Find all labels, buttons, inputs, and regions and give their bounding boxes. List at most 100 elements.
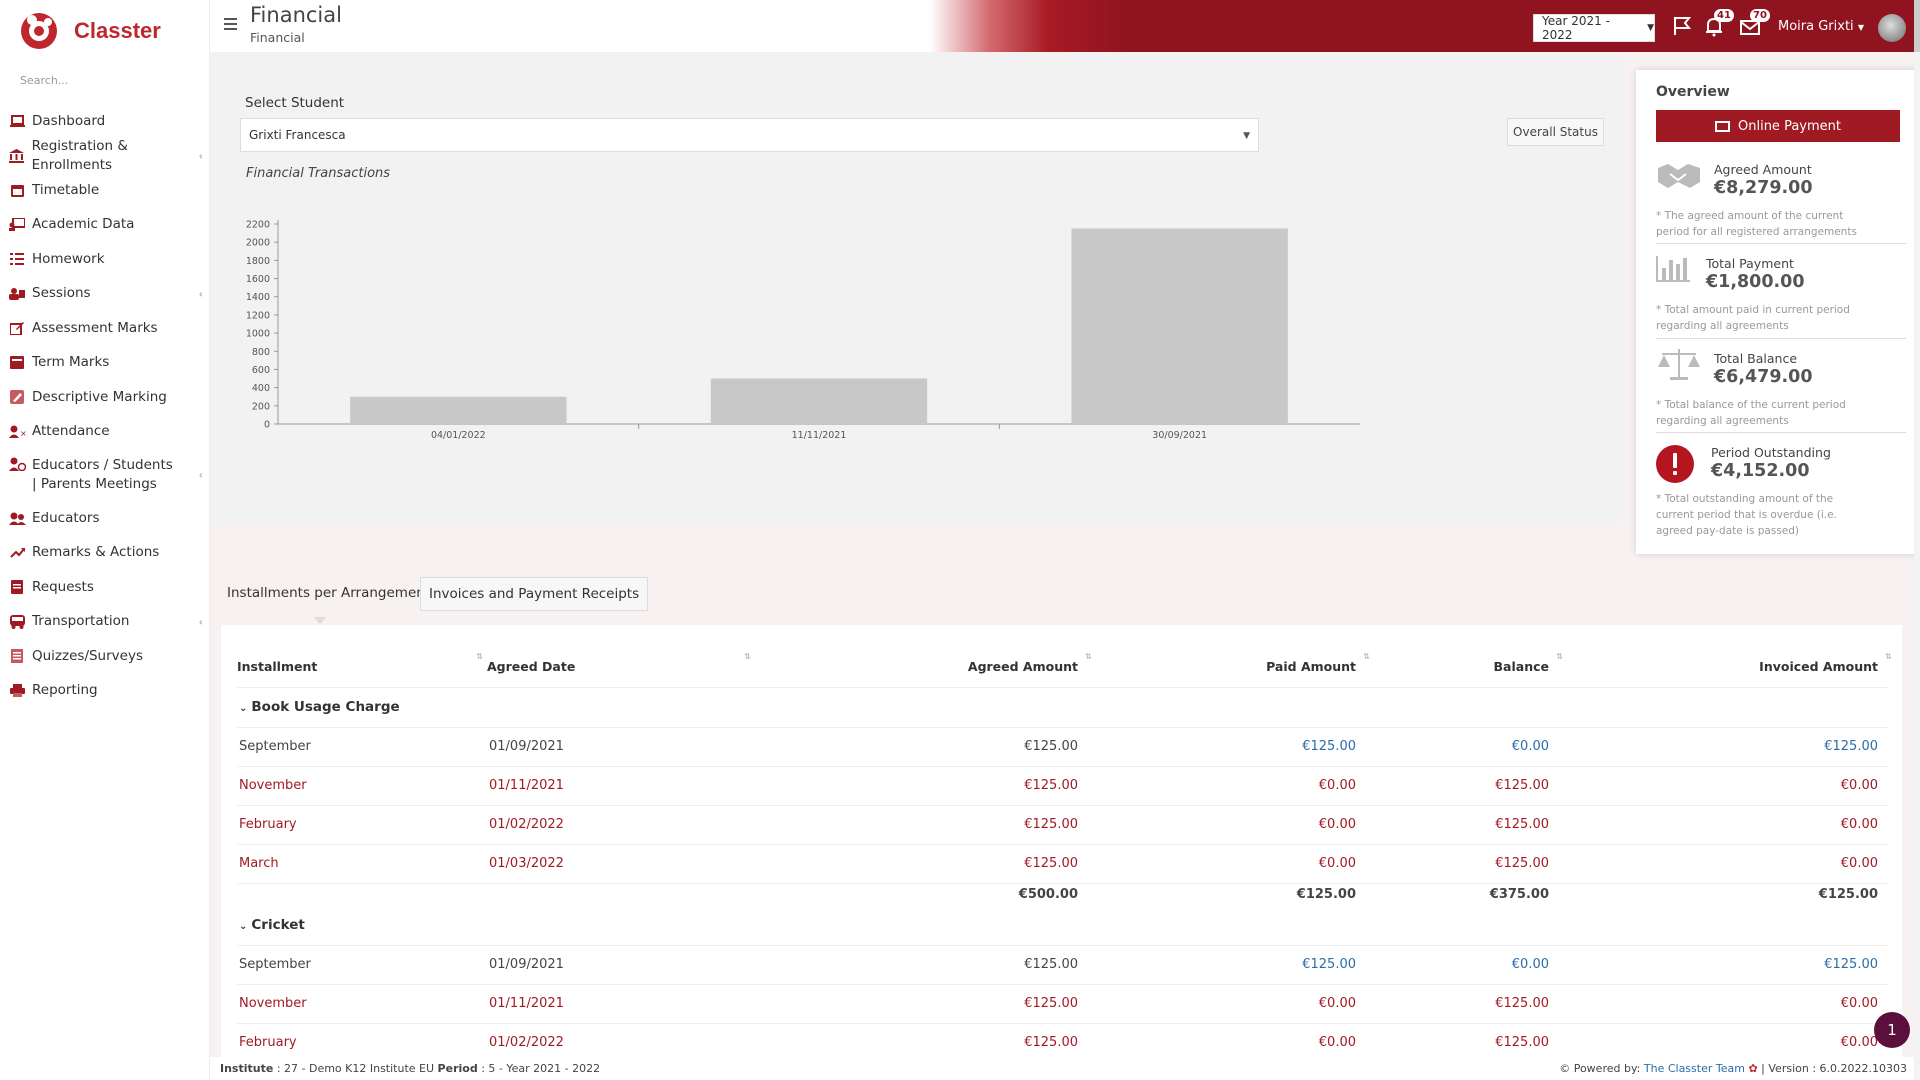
sidebar-item-term-marks[interactable]: Term Marks <box>0 346 209 381</box>
agreed-amount-cell: €125.00 <box>755 727 1088 767</box>
column-header-installment[interactable]: Installment ⇅ <box>237 625 487 688</box>
hamburger-menu-icon[interactable] <box>224 18 237 30</box>
sidebar-item-requests[interactable]: Requests <box>0 570 209 605</box>
sidebar-item-academic-data[interactable]: Academic Data <box>0 208 209 243</box>
chevron-left-icon: ‹ <box>198 287 203 301</box>
total-paid-cell: €125.00 <box>1296 886 1356 902</box>
sidebar-item-reporting[interactable]: Reporting <box>0 674 209 709</box>
installment-cell: November <box>237 766 487 806</box>
total-balance-note: * Total balance of the current period re… <box>1656 399 1846 427</box>
bell-icon[interactable]: 41 <box>1702 9 1734 38</box>
sidebar-item-homework[interactable]: Homework <box>0 242 209 277</box>
app-name: Classter <box>74 18 161 43</box>
tab-installments[interactable]: Installments per Arrangement <box>227 585 430 601</box>
sidebar-item-descriptive-marking[interactable]: Descriptive Marking <box>0 380 209 415</box>
avatar[interactable] <box>1878 14 1906 42</box>
sidebar-item-educators[interactable]: Educators <box>0 501 209 536</box>
invoiced-amount-cell: €0.00 <box>1559 766 1888 806</box>
column-header-invoiced-amount[interactable]: Invoiced Amount ⇅ <box>1559 625 1892 688</box>
x-tick-label: 11/11/2021 <box>792 430 847 441</box>
logo[interactable]: Classter <box>0 0 209 62</box>
sidebar-item-timetable[interactable]: Timetable <box>0 173 209 208</box>
table-row: November 01/11/2021 €125.00 €0.00 €125.00 €0.… <box>237 984 1888 1024</box>
online-payment-button[interactable]: Online Payment <box>1656 110 1900 142</box>
sidebar-item-label: Sessions <box>32 285 91 302</box>
year-select-value: Year 2021 - 2022 <box>1542 14 1610 42</box>
column-header-agreed-date[interactable]: Agreed Date ⇅ <box>487 625 755 688</box>
classter-team-link[interactable]: The Classter Team <box>1644 1062 1745 1075</box>
column-header-agreed-amount[interactable]: Agreed Amount ⇅ <box>755 625 1092 688</box>
column-header-paid-amount[interactable]: Paid Amount ⇅ <box>1088 625 1370 688</box>
overall-status-button[interactable]: Overall Status <box>1507 118 1604 146</box>
shuffle-icon <box>8 545 26 561</box>
sidebar-item-dashboard[interactable]: Dashboard <box>0 104 209 139</box>
sidebar-item-registration[interactable]: Registration & Enrollments ‹ <box>0 137 209 174</box>
student-select[interactable]: Grixti Francesca ▼ <box>240 118 1259 152</box>
sidebar-item-quizzes[interactable]: Quizzes/Surveys <box>0 639 209 674</box>
installment-cell: September <box>237 945 487 985</box>
total-payment-card: Total Payment €1,800.00 * Total amount p… <box>1656 244 1906 339</box>
list-icon <box>8 251 26 267</box>
sidebar-item-label: Timetable <box>32 181 100 198</box>
tab-invoices[interactable]: Invoices and Payment Receipts <box>420 577 649 611</box>
bar-chart-icon <box>1656 254 1690 288</box>
user-menu[interactable]: Moira Grixti ▼ <box>1778 19 1864 34</box>
y-tick-label: 800 <box>252 347 270 358</box>
paid-amount-cell: €125.00 <box>1088 727 1366 767</box>
sidebar-item-label: Homework <box>32 250 105 267</box>
book-icon <box>8 355 26 371</box>
total-balance-cell: €375.00 <box>1489 886 1549 902</box>
table-group-row[interactable]: ⌄ Cricket <box>237 905 1888 946</box>
sidebar-item-label: Registration & Enrollments <box>31 137 128 173</box>
footer-institute-info: Institute : 27 - Demo K12 Institute EU P… <box>220 1062 601 1075</box>
sidebar-item-remarks[interactable]: Remarks & Actions <box>0 536 209 571</box>
envelope-icon[interactable]: 70 <box>1738 9 1770 38</box>
sidebar-item-meetings[interactable]: Educators / Students | Parents Meetings … <box>0 449 209 501</box>
paid-amount-cell: €125.00 <box>1088 945 1366 985</box>
year-select[interactable]: Year 2021 - 2022 ▼ <box>1533 14 1655 42</box>
agreed-date-cell: 01/09/2021 <box>487 945 755 985</box>
institution-icon <box>8 148 26 164</box>
sidebar-item-assessment-marks[interactable]: Assessment Marks <box>0 311 209 346</box>
printer-icon <box>8 683 26 699</box>
sidebar-item-label: Term Marks <box>32 354 110 371</box>
chat-bubble-button[interactable]: 1 <box>1874 1012 1910 1048</box>
y-tick-label: 1600 <box>246 274 270 285</box>
agreed-amount-card: Agreed Amount €8,279.00 * The agreed amo… <box>1656 150 1906 244</box>
invoiced-amount-cell: €0.00 <box>1559 805 1888 845</box>
y-tick-label: 200 <box>252 401 270 412</box>
agreed-amount-cell: €125.00 <box>755 766 1088 806</box>
invoiced-amount-cell: €125.00 <box>1559 727 1888 767</box>
sidebar-item-label: Attendance <box>32 423 110 440</box>
installment-cell: November <box>237 984 487 1024</box>
file-icon <box>8 579 26 595</box>
installments-table: Installment ⇅ Agreed Date ⇅ Agreed Amount ⇅… <box>221 625 1902 1080</box>
invoiced-amount-cell: €125.00 <box>1559 945 1888 985</box>
table-group-row[interactable]: ⌄ Book Usage Charge <box>237 687 1888 728</box>
balance-cell: €125.00 <box>1366 984 1559 1024</box>
total-payment-value: €1,800.00 <box>1706 272 1805 292</box>
user-group-icon <box>8 510 26 526</box>
sidebar-item-attendance[interactable]: × Attendance <box>0 415 209 450</box>
period-outstanding-value: €4,152.00 <box>1711 461 1810 481</box>
balance-cell: €125.00 <box>1366 844 1559 884</box>
table-totals-row: €500.00 €125.00 €375.00 €125.00 <box>237 883 1888 905</box>
y-tick-label: 1400 <box>246 292 270 303</box>
sidebar-search-input[interactable]: Search... <box>20 74 189 94</box>
sidebar-item-transportation[interactable]: Transportation ‹ <box>0 605 209 640</box>
student-select-value: Grixti Francesca <box>249 128 346 142</box>
sidebar-item-label: Requests <box>32 578 94 595</box>
sidebar-item-sessions[interactable]: Sessions ‹ <box>0 277 209 312</box>
footer-powered-by: © Powered by: The Classter Team ✿ | Vers… <box>1559 1062 1907 1075</box>
users-icon <box>8 286 26 302</box>
paid-amount-cell: €0.00 <box>1088 844 1366 884</box>
sidebar-item-label: Reporting <box>32 682 98 699</box>
bar-1 <box>350 396 567 424</box>
user-times-icon: × <box>8 424 26 440</box>
flag-icon[interactable] <box>1670 14 1694 38</box>
paid-amount-cell: €0.00 <box>1088 766 1366 806</box>
scrollbar[interactable] <box>1914 0 1920 1080</box>
online-payment-label: Online Payment <box>1738 118 1841 134</box>
overview-title: Overview <box>1656 84 1730 100</box>
column-header-balance[interactable]: Balance ⇅ <box>1366 625 1563 688</box>
